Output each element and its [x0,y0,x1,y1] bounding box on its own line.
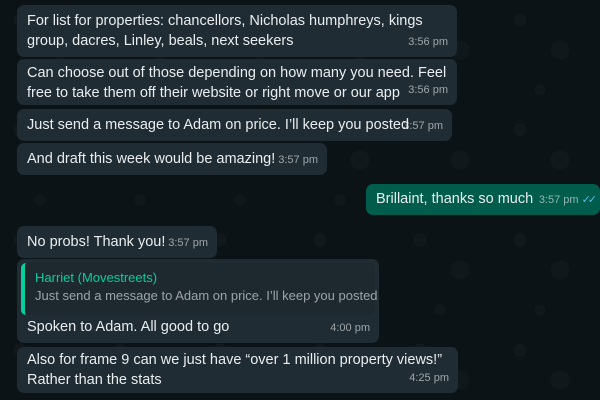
message-bubble[interactable]: And draft this week would be amazing! 3:… [17,143,327,175]
message-time: 4:00 pm [330,322,370,334]
message-bubble[interactable]: Just send a message to Adam on price. I’… [17,109,452,141]
message-text-line: Rather than the stats [27,372,162,388]
quoted-message[interactable]: Harriet (Movestreets) Just send a messag… [21,263,378,315]
message-bubble[interactable]: For list for properties: chancellors, Ni… [17,5,457,57]
message-time: 3:57 pm [168,237,208,249]
message-time: 3:56 pm [408,84,448,96]
message-time: 4:25 pm [409,372,449,384]
message-text-line: free to take them off their website or r… [27,85,400,101]
message-text-line: For list for properties: chancellors, Ni… [27,13,423,29]
message-time: 3:57 pm [538,194,579,206]
double-check-icon: ✓✓ [581,194,598,206]
message-text-line: group, dacres, Linley, beals, next seeke… [27,33,294,49]
message-bubble-reply[interactable]: Harriet (Movestreets) Just send a messag… [17,259,379,343]
message-time: 3:57 pm [278,154,318,166]
message-time: 3:56 pm [408,36,448,48]
message-text: Spoken to Adam. All good to go [27,319,230,335]
message-meta: 3:57 pm ✓✓ [538,190,598,210]
message-bubble-outgoing[interactable]: Brillaint, thanks so much 3:57 pm ✓✓ [366,184,600,215]
message-bubble[interactable]: No probs! Thank you! 3:57 pm [17,226,217,258]
message-text-line: Also for frame 9 can we just have “over … [27,352,443,368]
message-bubble[interactable]: Also for frame 9 can we just have “over … [17,347,458,393]
message-text: Just send a message to Adam on price. I’… [27,117,410,133]
message-time: 3:57 pm [403,120,443,132]
message-text: And draft this week would be amazing! [27,151,276,167]
quoted-text: Just send a message to Adam on price. I’… [35,288,378,303]
message-bubble[interactable]: Can choose out of those depending on how… [17,59,457,105]
message-text-line: Can choose out of those depending on how… [27,65,447,81]
quoted-author: Harriet (Movestreets) [35,270,158,285]
